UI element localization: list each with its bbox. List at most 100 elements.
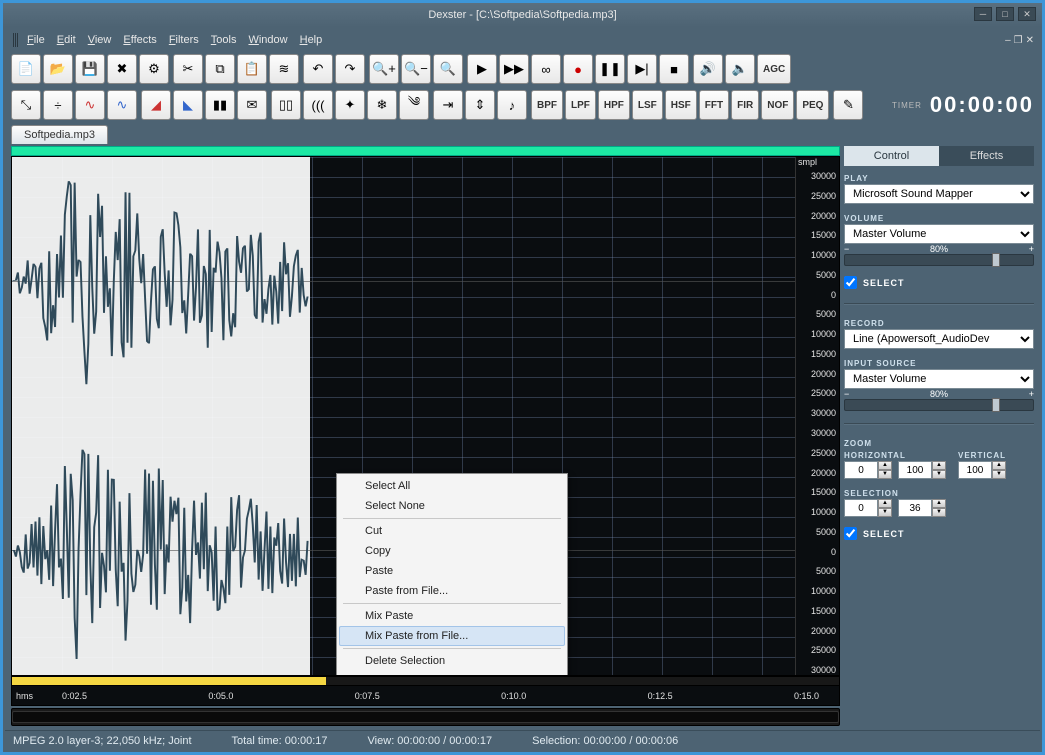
- ctx-cut[interactable]: Cut: [339, 521, 565, 541]
- zoom-in-button[interactable]: 🔍+: [369, 54, 399, 84]
- paste-button[interactable]: 📋: [237, 54, 267, 84]
- menu-edit[interactable]: Edit: [51, 31, 82, 49]
- mix-button[interactable]: ≋: [269, 54, 299, 84]
- scroll-bar[interactable]: [11, 708, 840, 726]
- record-device-select[interactable]: Line (Apowersoft_AudioDev: [844, 329, 1034, 349]
- fade-red-button[interactable]: ◢: [141, 90, 171, 120]
- peq-button[interactable]: PEQ: [796, 90, 829, 120]
- ctx-select-all[interactable]: Select All: [339, 476, 565, 496]
- ctx-paste[interactable]: Paste: [339, 561, 565, 581]
- lpf-button[interactable]: LPF: [565, 90, 596, 120]
- redo-button[interactable]: ↷: [335, 54, 365, 84]
- notes-button[interactable]: ✎: [833, 90, 863, 120]
- ctx-trim[interactable]: Trim: [339, 671, 565, 675]
- nof-button[interactable]: NOF: [761, 90, 794, 120]
- close-button[interactable]: ✕: [1018, 7, 1036, 21]
- flanger-button[interactable]: ༄: [399, 90, 429, 120]
- menu-bar: FileEditViewEffectsFiltersToolsWindowHel…: [5, 29, 1040, 51]
- zoom-v[interactable]: ▲▼: [958, 461, 1006, 479]
- cut-button[interactable]: ✂: [173, 54, 203, 84]
- file-tab[interactable]: Softpedia.mp3: [11, 125, 108, 144]
- agc-button[interactable]: AGC: [757, 54, 791, 84]
- minimize-button[interactable]: ─: [974, 7, 992, 21]
- record-button[interactable]: ●: [563, 54, 593, 84]
- timer-value: 00:00:00: [930, 92, 1034, 118]
- tab-control[interactable]: Control: [844, 146, 939, 166]
- save-button[interactable]: 💾: [75, 54, 105, 84]
- wave-blue-button[interactable]: ∿: [107, 90, 137, 120]
- play-button[interactable]: ▶: [467, 54, 497, 84]
- toolbar-main: 📄📂💾✖⚙✂⧉📋≋↶↷🔍+🔍−🔍▶▶▶∞●❚❚▶|■🔊🔈AGC: [5, 51, 1040, 87]
- new-button[interactable]: 📄: [11, 54, 41, 84]
- ctx-mix-paste-from-file-[interactable]: Mix Paste from File...: [339, 626, 565, 646]
- status-view: View: 00:00:00 / 00:00:17: [368, 735, 493, 747]
- spectrum-button[interactable]: ▯▯: [271, 90, 301, 120]
- tab-effects[interactable]: Effects: [939, 146, 1034, 166]
- copy-button[interactable]: ⧉: [205, 54, 235, 84]
- child-minimize[interactable]: –: [1005, 35, 1011, 46]
- env-button[interactable]: ✉: [237, 90, 267, 120]
- insert-button[interactable]: ⇥: [433, 90, 463, 120]
- menu-effects[interactable]: Effects: [117, 31, 162, 49]
- stop-button[interactable]: ■: [659, 54, 689, 84]
- wave-red-button[interactable]: ∿: [75, 90, 105, 120]
- zoom-h-from[interactable]: ▲▼: [844, 461, 892, 479]
- monitor-button[interactable]: 🔈: [725, 54, 755, 84]
- delete-button[interactable]: ✖: [107, 54, 137, 84]
- fft-button[interactable]: FFT: [699, 90, 729, 120]
- ctx-mix-paste[interactable]: Mix Paste: [339, 606, 565, 626]
- ctx-paste-from-file-[interactable]: Paste from File...: [339, 581, 565, 601]
- menu-view[interactable]: View: [82, 31, 118, 49]
- volume-slider[interactable]: [844, 254, 1034, 266]
- undo-button[interactable]: ↶: [303, 54, 333, 84]
- volume-select[interactable]: Master Volume: [844, 224, 1034, 244]
- zoom-sel-button[interactable]: 🔍: [433, 54, 463, 84]
- zoom-h-to[interactable]: ▲▼: [898, 461, 946, 479]
- menu-file[interactable]: File: [21, 31, 51, 49]
- settings-button[interactable]: ⚙: [139, 54, 169, 84]
- hsf-button[interactable]: HSF: [665, 90, 697, 120]
- menu-filters[interactable]: Filters: [163, 31, 205, 49]
- fade-blue-button[interactable]: ◣: [173, 90, 203, 120]
- time-ruler[interactable]: hms 0:02.50:05.00:07.50:10.00:12.50:15.0: [11, 686, 840, 706]
- marker-strip-bottom[interactable]: [11, 676, 840, 686]
- chorus-button[interactable]: ❄: [367, 90, 397, 120]
- ctx-copy[interactable]: Copy: [339, 541, 565, 561]
- speaker-button[interactable]: 🔊: [693, 54, 723, 84]
- ctx-select-none[interactable]: Select None: [339, 496, 565, 516]
- open-button[interactable]: 📂: [43, 54, 73, 84]
- loop-button[interactable]: ∞: [531, 54, 561, 84]
- input-slider[interactable]: [844, 399, 1034, 411]
- sel-to[interactable]: ▲▼: [898, 499, 946, 517]
- stretch-button[interactable]: ⤡: [11, 90, 41, 120]
- center-button[interactable]: ÷: [43, 90, 73, 120]
- marker-strip-top[interactable]: [11, 146, 840, 156]
- pause-button[interactable]: ❚❚: [595, 54, 625, 84]
- waveform-area[interactable]: Select AllSelect None CutCopyPastePaste f…: [11, 156, 840, 676]
- zoom-out-button[interactable]: 🔍−: [401, 54, 431, 84]
- play-loop-button[interactable]: ▶▶: [499, 54, 529, 84]
- input-select[interactable]: Master Volume: [844, 369, 1034, 389]
- menu-window[interactable]: Window: [242, 31, 293, 49]
- menu-help[interactable]: Help: [294, 31, 329, 49]
- maximize-button[interactable]: □: [996, 7, 1014, 21]
- hpf-button[interactable]: HPF: [598, 90, 630, 120]
- side-panel: Control Effects PLAY Microsoft Sound Map…: [844, 146, 1034, 726]
- music-button[interactable]: ♪: [497, 90, 527, 120]
- child-close[interactable]: ✕: [1026, 35, 1034, 46]
- eq-button[interactable]: ▮▮: [205, 90, 235, 120]
- sel-select-checkbox[interactable]: SELECT: [844, 523, 1034, 544]
- play-select-checkbox[interactable]: SELECT: [844, 272, 1034, 293]
- sel-from[interactable]: ▲▼: [844, 499, 892, 517]
- lsf-button[interactable]: LSF: [632, 90, 663, 120]
- fir-button[interactable]: FIR: [731, 90, 759, 120]
- bpf-button[interactable]: BPF: [531, 90, 563, 120]
- ctx-delete-selection[interactable]: Delete Selection: [339, 651, 565, 671]
- echo-button[interactable]: (((: [303, 90, 333, 120]
- compress-button[interactable]: ⇕: [465, 90, 495, 120]
- child-maximize[interactable]: ❐: [1014, 35, 1023, 46]
- wah-button[interactable]: ✦: [335, 90, 365, 120]
- skip-button[interactable]: ▶|: [627, 54, 657, 84]
- play-device-select[interactable]: Microsoft Sound Mapper: [844, 184, 1034, 204]
- menu-tools[interactable]: Tools: [205, 31, 243, 49]
